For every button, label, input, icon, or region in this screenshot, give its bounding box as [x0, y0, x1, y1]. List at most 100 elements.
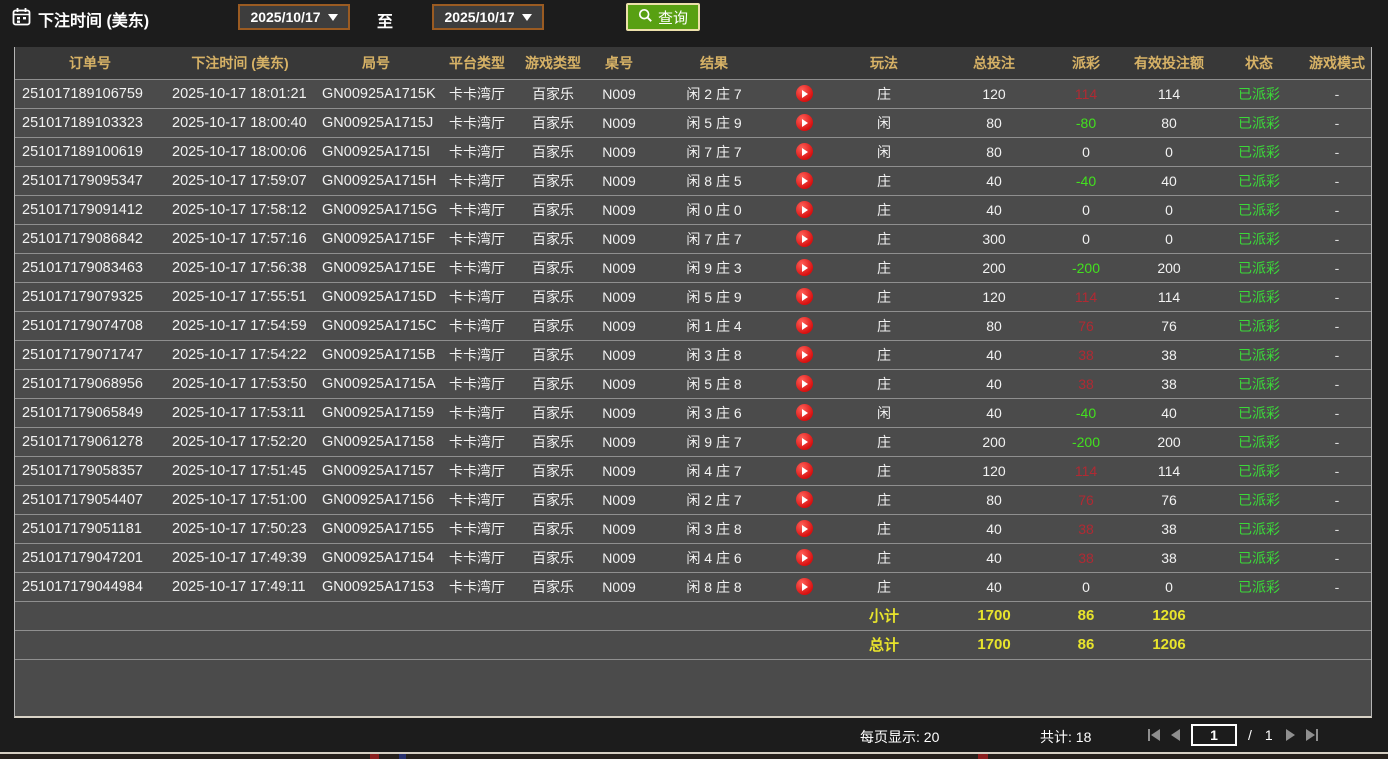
game-cell: 百家乐 [517, 543, 589, 572]
game-cell: 百家乐 [517, 456, 589, 485]
time-cell: 2025-10-17 17:49:39 [165, 543, 315, 572]
result-replay-icon[interactable] [796, 143, 813, 160]
result-replay-icon[interactable] [796, 317, 813, 334]
round-cell: GN00925A17159 [315, 398, 437, 427]
table-cell: N009 [589, 166, 649, 195]
game-cell: 百家乐 [517, 224, 589, 253]
result-replay-icon[interactable] [796, 375, 813, 392]
platform-cell: 卡卡湾厅 [437, 572, 517, 601]
total_bet-cell: 80 [939, 108, 1049, 137]
replay-cell [779, 485, 829, 514]
column-header-result-replay [779, 47, 829, 79]
time-cell: 2025-10-17 18:00:06 [165, 137, 315, 166]
replay-cell [779, 572, 829, 601]
page-total-label: 1 [1265, 727, 1275, 743]
order-cell: 251017179074708 [15, 311, 165, 340]
round-cell: GN00925A1715K [315, 79, 437, 108]
date-from-select[interactable]: 2025/10/17 [238, 4, 350, 30]
result-replay-icon[interactable] [796, 433, 813, 450]
play-cell: 庄 [829, 572, 939, 601]
play-cell: 庄 [829, 224, 939, 253]
mode-cell: - [1303, 253, 1371, 282]
round-cell: GN00925A1715G [315, 195, 437, 224]
subtotal-valid_bet: 1206 [1123, 601, 1215, 630]
order-cell: 251017179044984 [15, 572, 165, 601]
play-cell: 闲 [829, 398, 939, 427]
result-replay-icon[interactable] [796, 172, 813, 189]
valid_bet-cell: 76 [1123, 485, 1215, 514]
bet-history-window: 下注时间 (美东) 2025/10/17 至 2025/10/17 查询 [0, 0, 1388, 759]
result-replay-icon[interactable] [796, 201, 813, 218]
status-cell: 已派彩 [1215, 137, 1303, 166]
result-replay-icon[interactable] [796, 288, 813, 305]
result-replay-icon[interactable] [796, 491, 813, 508]
column-header-round: 局号 [315, 47, 437, 79]
first-page-button[interactable] [1148, 729, 1160, 741]
total_bet-cell: 300 [939, 224, 1049, 253]
time-cell: 2025-10-17 18:00:40 [165, 108, 315, 137]
date-to-select[interactable]: 2025/10/17 [432, 4, 544, 30]
result-replay-icon[interactable] [796, 346, 813, 363]
round-cell: GN00925A1715C [315, 311, 437, 340]
result-replay-icon[interactable] [796, 404, 813, 421]
table-cell: N009 [589, 108, 649, 137]
replay-cell [779, 514, 829, 543]
replay-cell [779, 456, 829, 485]
replay-cell [779, 224, 829, 253]
page-number-input[interactable] [1191, 724, 1237, 746]
table-row: 2510171790544072025-10-17 17:51:00GN0092… [15, 485, 1371, 514]
time-cell: 2025-10-17 17:59:07 [165, 166, 315, 195]
platform-cell: 卡卡湾厅 [437, 282, 517, 311]
result-replay-icon[interactable] [796, 259, 813, 276]
next-page-button[interactable] [1286, 729, 1295, 741]
game-cell: 百家乐 [517, 311, 589, 340]
round-cell: GN00925A1715J [315, 108, 437, 137]
round-cell: GN00925A1715E [315, 253, 437, 282]
last-page-button[interactable] [1306, 729, 1318, 741]
result-replay-icon[interactable] [796, 114, 813, 131]
result-cell: 闲 3 庄 6 [649, 398, 779, 427]
mode-cell: - [1303, 224, 1371, 253]
table-cell: N009 [589, 311, 649, 340]
status-cell: 已派彩 [1215, 282, 1303, 311]
result-cell: 闲 8 庄 5 [649, 166, 779, 195]
game-cell: 百家乐 [517, 427, 589, 456]
payout-cell: 0 [1049, 137, 1123, 166]
valid_bet-cell: 40 [1123, 398, 1215, 427]
result-replay-icon[interactable] [796, 85, 813, 102]
query-button[interactable]: 查询 [626, 3, 700, 31]
total_bet-cell: 40 [939, 543, 1049, 572]
time-cell: 2025-10-17 17:54:59 [165, 311, 315, 340]
result-replay-icon[interactable] [796, 462, 813, 479]
column-header-platform: 平台类型 [437, 47, 517, 79]
time-cell: 2025-10-17 17:50:23 [165, 514, 315, 543]
status-cell: 已派彩 [1215, 195, 1303, 224]
time-cell: 2025-10-17 17:49:11 [165, 572, 315, 601]
payout-cell: 38 [1049, 514, 1123, 543]
payout-cell: 114 [1049, 79, 1123, 108]
result-replay-icon[interactable] [796, 578, 813, 595]
result-replay-icon[interactable] [796, 549, 813, 566]
game-cell: 百家乐 [517, 282, 589, 311]
round-cell: GN00925A1715H [315, 166, 437, 195]
total_bet-cell: 120 [939, 456, 1049, 485]
table-row: 2510171790472012025-10-17 17:49:39GN0092… [15, 543, 1371, 572]
page-separator: / [1248, 727, 1254, 743]
underlying-page-strip [0, 754, 1388, 759]
time-cell: 2025-10-17 17:51:45 [165, 456, 315, 485]
play-cell: 闲 [829, 108, 939, 137]
play-cell: 庄 [829, 543, 939, 572]
result-replay-icon[interactable] [796, 520, 813, 537]
replay-cell [779, 166, 829, 195]
result-replay-icon[interactable] [796, 230, 813, 247]
prev-page-button[interactable] [1171, 729, 1180, 741]
platform-cell: 卡卡湾厅 [437, 137, 517, 166]
payout-cell: 38 [1049, 369, 1123, 398]
subtotal-payout: 86 [1049, 601, 1123, 630]
game-cell: 百家乐 [517, 485, 589, 514]
time-cell: 2025-10-17 17:57:16 [165, 224, 315, 253]
column-header-time: 下注时间 (美东) [165, 47, 315, 79]
replay-cell [779, 543, 829, 572]
column-header-result: 结果 [649, 47, 779, 79]
order-cell: 251017179058357 [15, 456, 165, 485]
